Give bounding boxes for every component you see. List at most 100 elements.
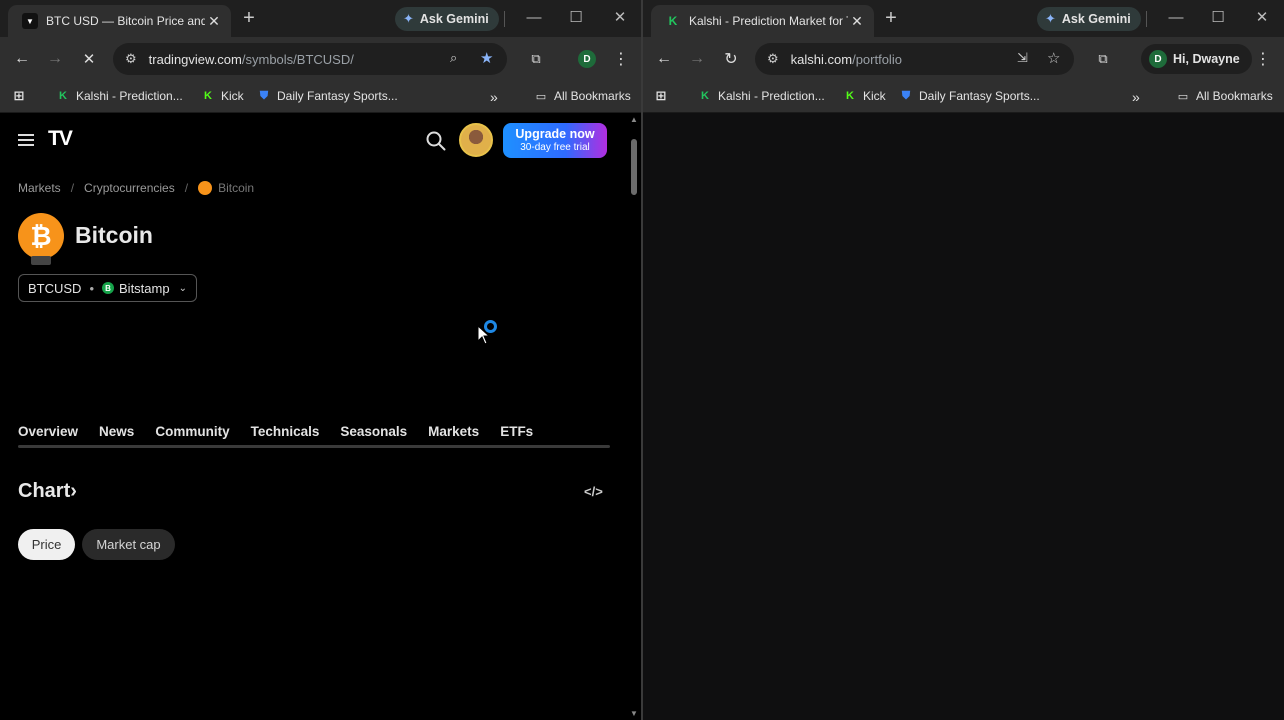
tab-search-icon[interactable]: ⧉ bbox=[1093, 49, 1113, 69]
forward-button[interactable]: → bbox=[687, 49, 707, 69]
scroll-down-arrow-icon[interactable]: ▼ bbox=[630, 709, 638, 718]
tradingview-favicon-icon: ▼ bbox=[22, 13, 38, 29]
more-bookmarks-chevron-icon[interactable]: » bbox=[490, 89, 498, 105]
bookmarks-bar: ⊞ K Kalshi - Prediction... K Kick ⛊ Dail… bbox=[643, 81, 1284, 113]
tab-technicals[interactable]: Technicals bbox=[251, 424, 320, 439]
search-icon[interactable] bbox=[425, 130, 447, 152]
bookmark-label: Kick bbox=[221, 89, 244, 103]
bookmark-kalshi[interactable]: K Kalshi - Prediction... bbox=[698, 89, 825, 103]
bookmark-label: Kick bbox=[863, 89, 886, 103]
chevron-down-icon: ⌄ bbox=[178, 282, 187, 294]
site-info-icon[interactable]: ⚙ bbox=[767, 51, 779, 67]
menu-kebab-icon[interactable]: ⋮ bbox=[1253, 49, 1273, 69]
bookmark-star-icon[interactable]: ★ bbox=[480, 49, 493, 67]
maximize-button[interactable]: ☐ bbox=[566, 10, 586, 26]
gemini-sparkle-icon: ✦ bbox=[1045, 11, 1056, 26]
stop-loading-button[interactable]: ✕ bbox=[79, 49, 99, 69]
tradingview-logo[interactable]: TV bbox=[48, 127, 73, 151]
ask-gemini-label: Ask Gemini bbox=[419, 12, 489, 26]
tab-tradingview[interactable]: ▼ BTC USD — Bitcoin Price and C ✕ bbox=[8, 5, 231, 37]
divider bbox=[1146, 11, 1147, 27]
ask-gemini-button[interactable]: ✦ Ask Gemini bbox=[1037, 7, 1141, 31]
kalshi-page-blank bbox=[643, 113, 1284, 720]
bookmark-kalshi[interactable]: K Kalshi - Prediction... bbox=[56, 89, 183, 103]
forward-button[interactable]: → bbox=[45, 49, 65, 69]
scrollbar-thumb[interactable] bbox=[631, 139, 637, 195]
more-bookmarks-chevron-icon[interactable]: » bbox=[1132, 89, 1140, 105]
page-title: Bitcoin bbox=[75, 222, 153, 248]
tabs-scroll-track[interactable] bbox=[18, 445, 610, 448]
tab-strip: ▼ BTC USD — Bitcoin Price and C ✕ + ✦ As… bbox=[0, 0, 641, 37]
profile-button[interactable]: D Hi, Dwayne bbox=[1141, 44, 1252, 74]
kalshi-icon: K bbox=[701, 90, 709, 102]
menu-kebab-icon[interactable]: ⋮ bbox=[611, 49, 631, 69]
bookmark-kick[interactable]: K Kick bbox=[843, 89, 886, 103]
ask-gemini-label: Ask Gemini bbox=[1061, 12, 1131, 26]
price-toggle-button[interactable]: Price bbox=[18, 529, 75, 560]
tab-etfs[interactable]: ETFs bbox=[500, 424, 533, 439]
close-window-button[interactable]: ✕ bbox=[610, 10, 630, 26]
site-info-icon[interactable]: ⚙ bbox=[125, 51, 137, 67]
breadcrumb-bitcoin: Bitcoin bbox=[218, 181, 255, 195]
all-bookmarks-button[interactable]: ▭ All Bookmarks bbox=[534, 89, 631, 103]
new-tab-button[interactable]: + bbox=[237, 8, 261, 28]
back-button[interactable]: ← bbox=[654, 49, 674, 69]
divider bbox=[504, 11, 505, 27]
tab-news[interactable]: News bbox=[99, 424, 134, 439]
close-tab-icon[interactable]: ✕ bbox=[848, 13, 866, 30]
minimize-button[interactable]: — bbox=[1166, 10, 1186, 26]
market-cap-toggle-button[interactable]: Market cap bbox=[82, 529, 175, 560]
bitstamp-icon: B bbox=[102, 282, 115, 294]
zoom-icon[interactable]: ⌕ bbox=[450, 50, 457, 66]
tab-overview[interactable]: Overview bbox=[18, 424, 78, 439]
breadcrumb-markets[interactable]: Markets bbox=[18, 181, 61, 195]
bitcoin-small-icon bbox=[198, 181, 213, 195]
tab-search-icon[interactable]: ⧉ bbox=[526, 49, 546, 69]
gemini-sparkle-icon: ✦ bbox=[403, 11, 414, 26]
all-bookmarks-label: All Bookmarks bbox=[1196, 89, 1273, 103]
address-bar[interactable]: ⚙ kalshi.com/portfolio ⇲ ☆ bbox=[755, 43, 1074, 75]
chart-section-title[interactable]: Chart› bbox=[18, 480, 77, 503]
folder-icon: ▭ bbox=[535, 90, 547, 103]
profile-avatar[interactable]: D bbox=[578, 50, 596, 68]
upgrade-title: Upgrade now bbox=[515, 127, 595, 141]
close-tab-icon[interactable]: ✕ bbox=[205, 13, 223, 30]
embed-code-icon[interactable]: </> bbox=[584, 484, 603, 499]
bookmark-daily-fantasy[interactable]: ⛊ Daily Fantasy Sports... bbox=[899, 89, 1040, 103]
user-avatar[interactable] bbox=[459, 123, 493, 157]
exchange-label: Bitstamp bbox=[119, 280, 170, 296]
page-scrollbar[interactable]: ▲ ▼ bbox=[627, 113, 641, 720]
bookmark-star-icon[interactable]: ☆ bbox=[1047, 49, 1060, 67]
folder-icon: ▭ bbox=[1177, 90, 1189, 103]
address-bar[interactable]: ⚙ tradingview.com/symbols/BTCUSD/ ⌕ ★ bbox=[113, 43, 507, 75]
bookmark-daily-fantasy[interactable]: ⛊ Daily Fantasy Sports... bbox=[257, 89, 398, 103]
tab-seasonals[interactable]: Seasonals bbox=[340, 424, 407, 439]
tab-markets[interactable]: Markets bbox=[428, 424, 479, 439]
profile-avatar: D bbox=[1149, 50, 1167, 68]
scroll-up-arrow-icon[interactable]: ▲ bbox=[630, 115, 638, 124]
new-tab-button[interactable]: + bbox=[879, 8, 903, 28]
bookmark-kick[interactable]: K Kick bbox=[201, 89, 244, 103]
symbol-exchange-selector[interactable]: BTCUSD • B Bitstamp ⌄ bbox=[18, 274, 197, 302]
tab-kalshi[interactable]: K Kalshi - Prediction Market for T ✕ bbox=[651, 5, 874, 37]
reload-button[interactable]: ↻ bbox=[721, 49, 741, 69]
upgrade-now-button[interactable]: Upgrade now 30-day free trial bbox=[503, 123, 607, 158]
back-button[interactable]: ← bbox=[12, 49, 32, 69]
close-window-button[interactable]: ✕ bbox=[1252, 10, 1272, 26]
ask-gemini-button[interactable]: ✦ Ask Gemini bbox=[395, 7, 499, 31]
breadcrumb-cryptocurrencies[interactable]: Cryptocurrencies bbox=[84, 181, 175, 195]
shield-icon: ⛊ bbox=[901, 89, 911, 102]
bookmark-label: Kalshi - Prediction... bbox=[718, 89, 825, 103]
minimize-button[interactable]: — bbox=[524, 10, 544, 26]
hamburger-menu-icon[interactable] bbox=[18, 134, 34, 149]
profile-label: Hi, Dwayne bbox=[1173, 52, 1240, 66]
maximize-button[interactable]: ☐ bbox=[1208, 10, 1228, 26]
install-app-icon[interactable]: ⇲ bbox=[1017, 50, 1028, 66]
loading-spinner-icon bbox=[484, 320, 497, 333]
apps-grid-icon[interactable]: ⊞ bbox=[654, 88, 674, 103]
apps-grid-icon[interactable]: ⊞ bbox=[12, 88, 32, 103]
breadcrumb: Markets / Cryptocurrencies / Bitcoin bbox=[18, 181, 255, 195]
bookmark-label: Daily Fantasy Sports... bbox=[277, 89, 398, 103]
all-bookmarks-button[interactable]: ▭ All Bookmarks bbox=[1176, 89, 1273, 103]
tab-community[interactable]: Community bbox=[155, 424, 229, 439]
